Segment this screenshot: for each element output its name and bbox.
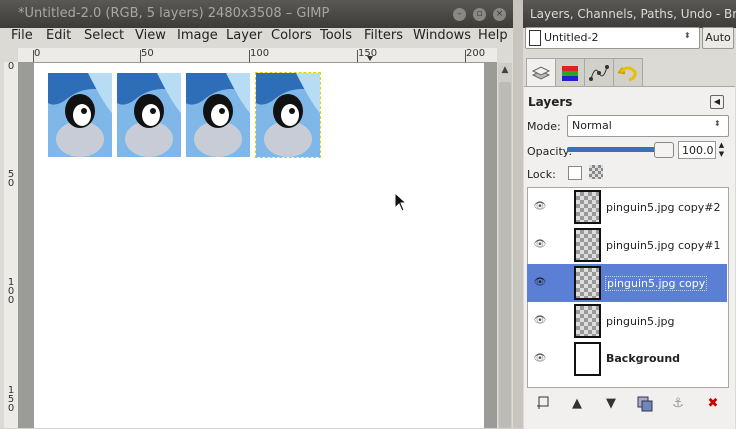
ruler-v-label: 100 bbox=[7, 277, 15, 306]
ruler-tick bbox=[33, 50, 34, 62]
menu-tools[interactable]: Tools bbox=[320, 28, 352, 43]
menu-file[interactable]: File bbox=[11, 28, 33, 43]
ruler-h-label: 0 bbox=[34, 48, 41, 59]
mode-select[interactable]: Normal ⬍ bbox=[567, 115, 729, 137]
chevron-updown-icon: ⬍ bbox=[684, 31, 691, 40]
mode-label: Mode: bbox=[527, 120, 561, 133]
tab-layers[interactable] bbox=[526, 58, 556, 88]
layer-name[interactable]: pinguin5.jpg copy#1 bbox=[606, 239, 721, 252]
ruler-corner[interactable] bbox=[4, 48, 18, 62]
lock-label: Lock: bbox=[527, 168, 556, 181]
image-thumbnail-icon bbox=[529, 30, 541, 46]
vertical-ruler[interactable]: 0 50 100 150 bbox=[4, 62, 19, 428]
ruler-tick bbox=[357, 50, 358, 62]
opacity-input[interactable]: 100.0 bbox=[678, 141, 716, 159]
horizontal-ruler[interactable]: 0 50 100 150 200 bbox=[18, 48, 497, 63]
raise-layer-icon[interactable]: ▲ bbox=[569, 396, 585, 412]
menu-help[interactable]: Help bbox=[478, 28, 508, 43]
menu-select[interactable]: Select bbox=[84, 28, 124, 43]
delete-layer-icon[interactable]: ✖ bbox=[705, 396, 721, 412]
ruler-v-label: 50 bbox=[7, 169, 15, 189]
menu-windows[interactable]: Windows bbox=[413, 28, 471, 43]
ruler-tick bbox=[465, 50, 466, 62]
penguin-image[interactable] bbox=[117, 73, 181, 157]
mouse-cursor-icon bbox=[394, 192, 408, 212]
eye-icon[interactable]: 👁 bbox=[533, 239, 547, 250]
menu-edit[interactable]: Edit bbox=[46, 28, 71, 43]
tab-undo[interactable] bbox=[613, 58, 643, 88]
lower-layer-icon[interactable]: ▼ bbox=[603, 396, 619, 412]
menu-view[interactable]: View bbox=[135, 28, 166, 43]
eye-icon[interactable]: 👁 bbox=[533, 315, 547, 326]
channels-icon bbox=[562, 66, 578, 81]
tab-paths[interactable] bbox=[584, 58, 614, 88]
ruler-pointer-icon bbox=[367, 56, 373, 61]
layer-thumbnail bbox=[574, 304, 601, 338]
undo-icon bbox=[617, 66, 637, 82]
ruler-h-label: 200 bbox=[466, 48, 486, 59]
menu-colors[interactable]: Colors bbox=[271, 28, 312, 43]
dock-title: Layers, Channels, Paths, Undo - Brus bbox=[530, 7, 736, 21]
new-layer-icon[interactable] bbox=[535, 396, 551, 412]
layer-name[interactable]: pinguin5.jpg bbox=[606, 315, 675, 328]
layer-thumbnail bbox=[574, 190, 601, 224]
chevron-updown-icon: ⬍ bbox=[714, 119, 721, 128]
mode-value: Normal bbox=[572, 119, 612, 132]
window-divider[interactable] bbox=[513, 0, 523, 428]
opacity-slider-handle[interactable] bbox=[654, 142, 674, 158]
close-icon[interactable]: × bbox=[493, 8, 506, 21]
layer-name[interactable]: pinguin5.jpg copy#2 bbox=[606, 201, 721, 214]
layer-name[interactable]: pinguin5.jpg copy bbox=[604, 276, 708, 291]
opacity-spinner[interactable]: ▲ ▼ bbox=[716, 141, 727, 159]
minimize-icon[interactable]: – bbox=[453, 8, 466, 21]
layer-name[interactable]: Background bbox=[606, 352, 680, 365]
ruler-h-label: 50 bbox=[141, 48, 154, 59]
paths-icon bbox=[589, 65, 609, 81]
scroll-up-icon[interactable]: ▲ bbox=[500, 65, 510, 75]
image-select-value: Untitled-2 bbox=[544, 31, 599, 44]
eye-icon[interactable]: 👁 bbox=[533, 277, 547, 288]
menu-image[interactable]: Image bbox=[177, 28, 218, 43]
eye-icon[interactable]: 👁 bbox=[533, 353, 547, 364]
duplicate-layer-icon[interactable] bbox=[637, 396, 653, 412]
ruler-h-label: 100 bbox=[250, 48, 270, 59]
ruler-v-label: 150 bbox=[7, 385, 15, 414]
eye-icon[interactable]: 👁 bbox=[533, 201, 547, 212]
menu-filters[interactable]: Filters bbox=[364, 28, 403, 43]
layers-icon bbox=[531, 66, 551, 80]
maximize-icon[interactable]: ▫ bbox=[473, 8, 486, 21]
ruler-tick bbox=[140, 50, 141, 62]
layer-thumbnail bbox=[574, 266, 601, 300]
image-select[interactable]: Untitled-2 ⬍ bbox=[525, 27, 700, 49]
auto-button[interactable]: Auto bbox=[702, 27, 734, 49]
ruler-tick bbox=[249, 50, 250, 62]
opacity-label: Opacity: bbox=[527, 145, 573, 158]
lock-pixels-checkbox[interactable] bbox=[568, 166, 582, 180]
penguin-image[interactable] bbox=[186, 73, 250, 157]
layer-thumbnail bbox=[574, 342, 601, 376]
image-window-title: *Untitled-2.0 (RGB, 5 layers) 2480x3508 … bbox=[18, 6, 330, 21]
menu-layer[interactable]: Layer bbox=[226, 28, 262, 43]
scrollbar-thumb[interactable] bbox=[499, 82, 511, 428]
layers-heading: Layers bbox=[528, 95, 573, 109]
penguin-image-selected[interactable] bbox=[255, 72, 321, 158]
penguin-image[interactable] bbox=[48, 73, 112, 157]
lock-alpha-icon[interactable] bbox=[589, 165, 603, 179]
anchor-icon[interactable]: ⚓ bbox=[670, 396, 686, 412]
layer-thumbnail bbox=[574, 228, 601, 262]
ruler-v-label: 0 bbox=[7, 62, 15, 72]
tab-channels[interactable] bbox=[555, 58, 585, 88]
panel-menu-icon[interactable]: ◀ bbox=[710, 95, 724, 109]
